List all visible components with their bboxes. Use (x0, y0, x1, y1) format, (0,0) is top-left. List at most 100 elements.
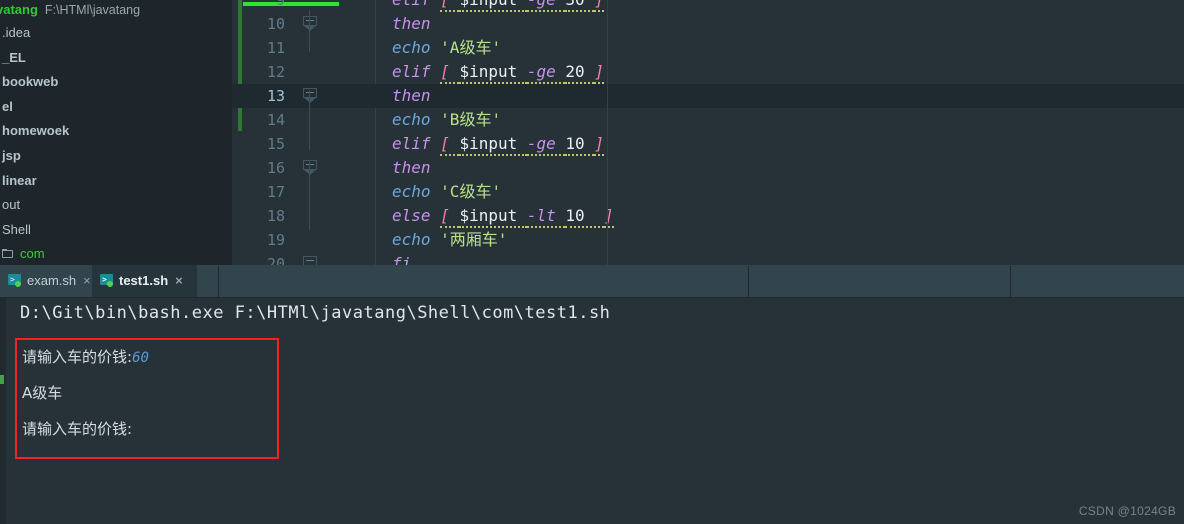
code-fold-icon[interactable] (303, 160, 317, 176)
panel-divider (1010, 266, 1011, 297)
line-number: 17 (266, 183, 285, 201)
fold-connector-line (309, 10, 310, 52)
tab-label: exam.sh (27, 273, 77, 288)
code-token: 30 (565, 0, 595, 12)
tree-item-label: Shell (2, 221, 31, 237)
tree-item-com[interactable]: com (0, 241, 232, 265)
code-text: else [ $input -lt 10 ] (392, 204, 614, 228)
tree-item-label: .idea (2, 25, 31, 40)
fold-connector-line (309, 90, 310, 150)
code-line[interactable]: 11 echo 'A级车' (232, 36, 1184, 60)
code-text: then (392, 12, 431, 36)
code-line[interactable]: 20 fi (232, 252, 1184, 265)
code-editor[interactable]: 9elif [ $input -ge 30 ]10then11echo 'A级车… (232, 0, 1184, 265)
run-console[interactable]: D:\Git\bin\bash.exe F:\HTMl\javatang\She… (0, 298, 1184, 524)
line-number: 18 (266, 207, 285, 225)
console-input-value: 60 (132, 350, 149, 366)
editor-tab-examsh[interactable]: >_ exam.sh × (0, 265, 92, 297)
code-lines[interactable]: 9elif [ $input -ge 30 ]10then11echo 'A级车… (232, 0, 1184, 265)
watermark: CSDN @1024GB (1078, 504, 1176, 518)
code-token: 20 (565, 62, 595, 84)
code-line[interactable]: 15 elif [ $input -ge 10 ] (232, 132, 1184, 156)
console-output-text: A级车 (22, 384, 63, 402)
code-text: then (392, 156, 431, 180)
tree-item-label: linear (2, 172, 37, 188)
code-token: echo (392, 230, 441, 249)
code-token: elif (392, 62, 441, 81)
code-line[interactable]: 9 elif [ $input -ge 30 ] (232, 0, 1184, 12)
panel-divider (218, 266, 219, 297)
code-text: elif [ $input -ge 20 ] (392, 60, 604, 84)
tree-item-bookweb[interactable]: bookweb (0, 69, 232, 94)
code-token: elif (392, 0, 440, 9)
editor-tab-test1sh[interactable]: >_ test1.sh × (92, 265, 197, 297)
line-number: 11 (266, 39, 285, 57)
code-token: -ge (526, 62, 566, 84)
code-token: -ge (526, 134, 566, 156)
line-number: 20 (266, 255, 285, 265)
console-output-text: 请输入车的价钱: (22, 420, 133, 438)
code-token: ] (594, 0, 604, 12)
code-token: then (392, 14, 431, 33)
code-token: ] (594, 134, 604, 156)
shell-script-icon: >_ (100, 274, 114, 287)
code-text: echo 'B级车' (392, 108, 501, 132)
project-path: F:\HTMl\javatang (44, 3, 141, 17)
tree-item-jsp[interactable]: jsp (0, 143, 232, 168)
console-output-line: 请输入车的价钱: (22, 418, 132, 439)
console-output-line: A级车 (22, 382, 62, 403)
code-line[interactable]: 13 then (232, 84, 1184, 108)
tree-item-label: _EL (2, 49, 26, 65)
code-line[interactable]: 17 echo 'C级车' (232, 180, 1184, 204)
code-token: -ge (526, 0, 566, 12)
code-text: echo 'A级车' (392, 36, 501, 60)
code-token: $input (459, 206, 527, 228)
line-number: 14 (266, 111, 285, 129)
code-fold-icon[interactable] (303, 88, 317, 104)
code-token: 10 (565, 134, 595, 156)
close-icon[interactable]: × (83, 265, 91, 297)
code-token: elif (392, 134, 441, 153)
tree-item-linear[interactable]: linear (0, 168, 232, 193)
code-line[interactable]: 19 echo '两厢车' (232, 228, 1184, 252)
code-token: [ (440, 206, 460, 228)
code-token: 'B级车' (440, 110, 502, 129)
tree-item-label: homewoek (2, 123, 70, 139)
code-line[interactable]: 18 else [ $input -lt 10 ] (232, 204, 1184, 228)
tree-item-out[interactable]: out (0, 192, 232, 217)
code-line[interactable]: 12 elif [ $input -ge 20 ] (232, 60, 1184, 84)
ide-window: vatang F:\HTMl\javatang .idea _EL bookweb el… (0, 0, 1184, 524)
project-header[interactable]: vatang F:\HTMl\javatang (0, 0, 232, 20)
editor-indent-separator (607, 0, 608, 265)
close-icon[interactable]: × (175, 265, 183, 297)
tree-item-label: jsp (2, 148, 21, 163)
code-token: $input (459, 0, 527, 12)
panel-divider (748, 266, 749, 297)
code-token: ] (603, 206, 614, 228)
code-line[interactable]: 16 then (232, 156, 1184, 180)
code-token: $input (459, 134, 527, 156)
line-number: 13 (266, 87, 285, 105)
code-text: echo 'C级车' (392, 180, 501, 204)
code-text: elif [ $input -ge 30 ] (392, 0, 604, 12)
code-fold-icon[interactable] (303, 256, 317, 265)
code-token: 10 (565, 206, 604, 228)
tree-item-idea[interactable]: .idea (0, 20, 232, 45)
code-fold-icon[interactable] (303, 16, 317, 32)
tree-item-shell[interactable]: Shell (0, 217, 232, 242)
line-number: 9 (275, 0, 285, 9)
tree-item-el[interactable]: _EL (0, 45, 232, 70)
project-sidebar: vatang F:\HTMl\javatang .idea _ELbookweb el… (0, 0, 232, 265)
code-token: 'C级车' (440, 182, 502, 201)
editor-tab-bar: >_ exam.sh × >_ test1.sh × (0, 265, 1184, 298)
console-output-line: 请输入车的价钱:60 (22, 346, 149, 367)
code-line[interactable]: 10 then (232, 12, 1184, 36)
tree-item-el[interactable]: el (0, 94, 232, 119)
code-text: then (392, 84, 431, 108)
code-text: echo '两厢车' (392, 228, 507, 252)
code-token: [ (440, 62, 460, 84)
tree-item-label: out (2, 197, 21, 213)
code-line[interactable]: 14 echo 'B级车' (232, 108, 1184, 132)
line-number: 15 (266, 135, 285, 153)
tree-item-homewoek[interactable]: homewoek (0, 118, 232, 143)
